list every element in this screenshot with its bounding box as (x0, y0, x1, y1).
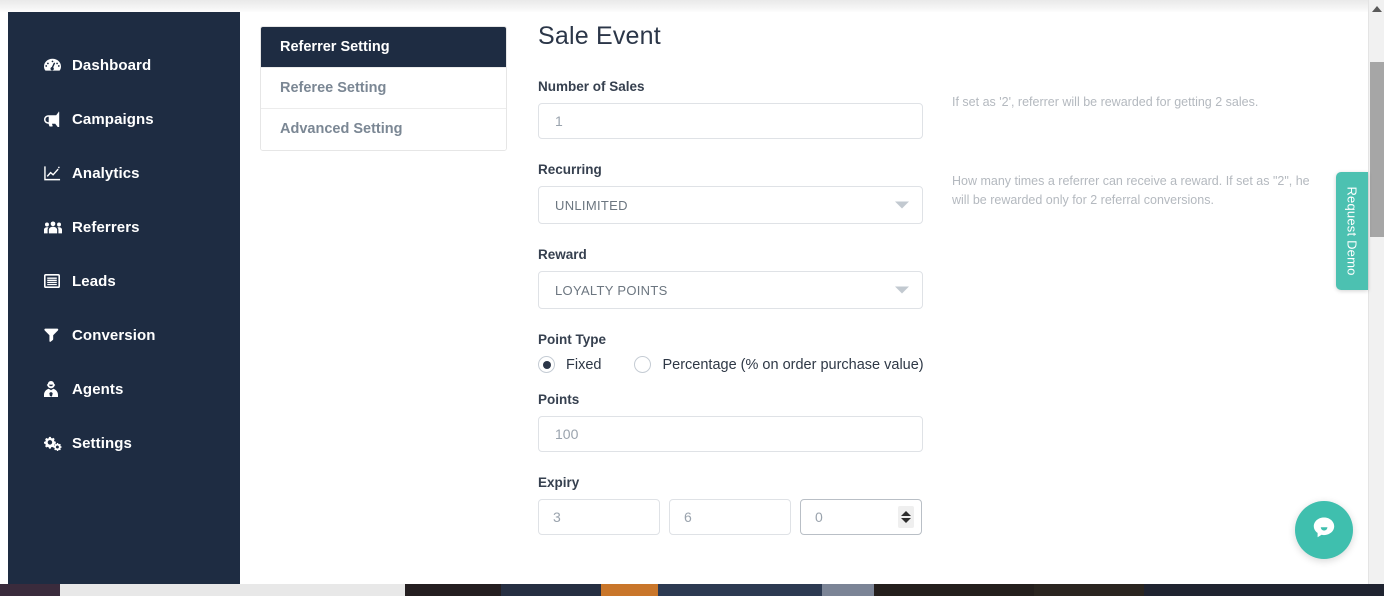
taskbar-segment (658, 584, 822, 596)
tachometer-icon (44, 58, 70, 73)
tab-referee-setting[interactable]: Referee Setting (261, 68, 506, 109)
radio-percentage[interactable] (634, 356, 652, 373)
expiry-years-input[interactable] (538, 499, 660, 535)
taskbar-segment (1144, 584, 1384, 596)
scrollbar-thumb[interactable] (1370, 62, 1384, 237)
expiry-inputs-row (538, 499, 928, 535)
app-window: Dashboard Campaigns Analytics Referrers … (0, 0, 1384, 596)
cogs-icon (44, 436, 70, 451)
reward-label: Reward (538, 247, 587, 262)
taskbar-segment (501, 584, 601, 596)
page-top-gutter (0, 0, 1384, 12)
radio-fixed[interactable] (538, 356, 555, 373)
tab-referrer-setting[interactable]: Referrer Setting (261, 27, 506, 68)
point-type-label: Point Type (538, 332, 607, 347)
chat-bubble-icon (1309, 513, 1339, 548)
vertical-scrollbar[interactable] (1368, 0, 1384, 584)
number-of-sales-input[interactable] (538, 103, 923, 139)
request-demo-label: Request Demo (1344, 186, 1360, 276)
sidebar-item-leads[interactable]: Leads (8, 254, 240, 308)
caret-up-icon[interactable] (1371, 6, 1382, 12)
filter-icon (44, 328, 70, 343)
sidebar: Dashboard Campaigns Analytics Referrers … (8, 12, 240, 584)
sidebar-item-label: Analytics (72, 164, 140, 182)
sidebar-item-label: Conversion (72, 326, 156, 344)
sidebar-item-campaigns[interactable]: Campaigns (8, 92, 240, 146)
sidebar-item-dashboard[interactable]: Dashboard (8, 38, 240, 92)
sidebar-nav-list: Dashboard Campaigns Analytics Referrers … (8, 12, 240, 470)
tab-advanced-setting[interactable]: Advanced Setting (261, 109, 506, 150)
taskbar-segment (601, 584, 658, 596)
user-secret-icon (44, 381, 70, 397)
sidebar-item-label: Leads (72, 272, 116, 290)
number-spinner-icon[interactable] (898, 506, 914, 528)
sidebar-item-label: Dashboard (72, 56, 152, 74)
field-number-of-sales: Number of Sales (538, 79, 928, 139)
recurring-select[interactable]: UNLIMITED (538, 186, 923, 224)
points-input[interactable] (538, 416, 923, 452)
sidebar-item-settings[interactable]: Settings (8, 416, 240, 470)
field-points: Points (538, 392, 928, 452)
reward-selected-value: LOYALTY POINTS (555, 282, 668, 298)
spinner-down-arrow[interactable] (901, 518, 911, 523)
os-taskbar (0, 584, 1384, 596)
taskbar-segment (874, 584, 1034, 596)
bullhorn-icon (44, 111, 70, 127)
sidebar-item-label: Campaigns (72, 110, 154, 128)
help-recurring: How many times a referrer can receive a … (952, 174, 1310, 207)
recurring-selected-value: UNLIMITED (555, 197, 628, 213)
field-recurring: Recurring UNLIMITED (538, 162, 928, 224)
field-reward: Reward LOYALTY POINTS (538, 247, 928, 309)
taskbar-segment (1034, 584, 1144, 596)
reward-select[interactable]: LOYALTY POINTS (538, 271, 923, 309)
taskbar-segment (822, 584, 874, 596)
field-expiry: Expiry (538, 475, 928, 535)
expiry-months-input[interactable] (669, 499, 791, 535)
radio-fixed-label[interactable]: Fixed (566, 357, 601, 373)
point-type-radio-group: Fixed Percentage (% on order purchase va… (538, 356, 928, 373)
help-number-of-sales: If set as '2', referrer will be rewarded… (952, 95, 1259, 109)
settings-tab-list: Referrer Setting Referee Setting Advance… (260, 26, 507, 151)
spinner-up-arrow[interactable] (901, 511, 911, 516)
users-icon (44, 220, 70, 235)
radio-percentage-label[interactable]: Percentage (% on order purchase value) (662, 357, 923, 373)
reward-select-wrapper: LOYALTY POINTS (538, 271, 923, 309)
recurring-label: Recurring (538, 162, 602, 177)
field-point-type: Point Type Fixed Percentage (% on order … (538, 332, 928, 373)
sidebar-item-analytics[interactable]: Analytics (8, 146, 240, 200)
recurring-select-wrapper: UNLIMITED (538, 186, 923, 224)
chat-widget-button[interactable] (1295, 501, 1353, 559)
taskbar-segment (405, 584, 501, 596)
main-content: Referrer Setting Referee Setting Advance… (240, 12, 1364, 584)
expiry-label: Expiry (538, 475, 580, 490)
expiry-days-wrapper (800, 499, 922, 535)
chart-line-icon (44, 165, 70, 181)
sidebar-item-referrers[interactable]: Referrers (8, 200, 240, 254)
taskbar-segment (60, 584, 405, 596)
points-label: Points (538, 392, 580, 407)
sidebar-item-label: Agents (72, 380, 124, 398)
page-title: Sale Event (538, 22, 661, 50)
sidebar-item-conversion[interactable]: Conversion (8, 308, 240, 362)
number-of-sales-label: Number of Sales (538, 79, 645, 94)
sidebar-item-agents[interactable]: Agents (8, 362, 240, 416)
sidebar-item-label: Settings (72, 434, 132, 452)
request-demo-tab[interactable]: Request Demo (1336, 172, 1368, 290)
sale-event-form: Sale Event Number of Sales Recurring UNL… (538, 22, 928, 535)
list-icon (44, 274, 70, 288)
sidebar-item-label: Referrers (72, 218, 140, 236)
taskbar-segment (0, 584, 60, 596)
